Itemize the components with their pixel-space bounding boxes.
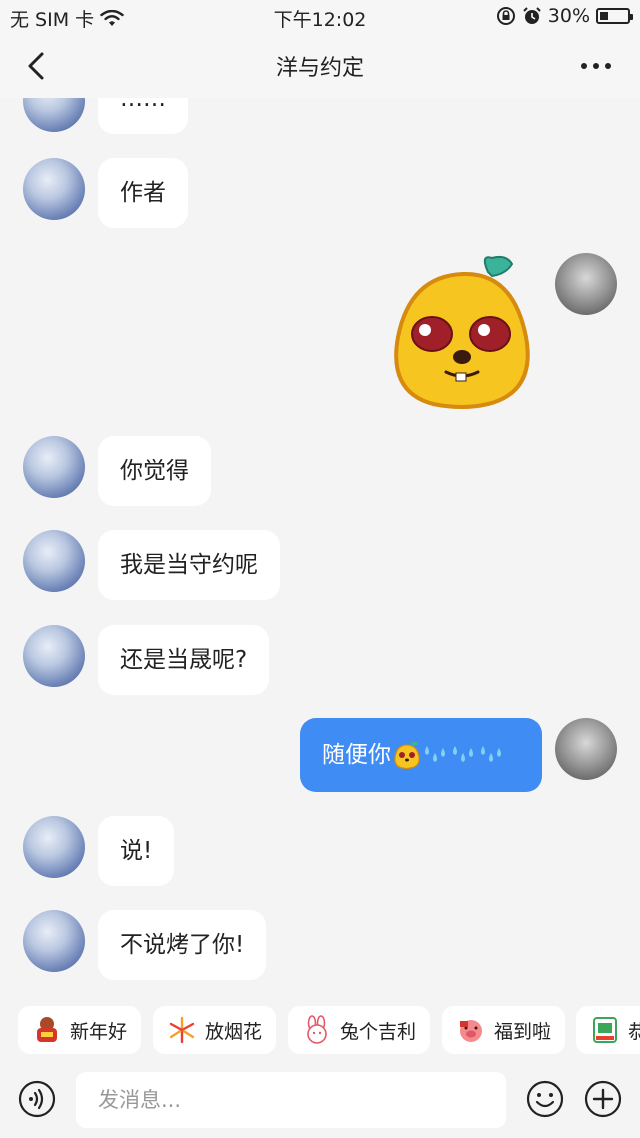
quick-reply-chip[interactable]: 恭 — [576, 1006, 640, 1054]
contact-avatar[interactable] — [23, 816, 85, 878]
contact-avatar[interactable] — [23, 910, 85, 972]
sweat-drops-emoji — [453, 746, 473, 762]
message-input[interactable] — [76, 1072, 506, 1128]
rabbit-icon — [307, 1015, 327, 1044]
alarm-icon — [523, 7, 541, 24]
pear-sticker[interactable] — [388, 252, 538, 412]
contact-avatar[interactable] — [23, 530, 85, 592]
quick-reply-label: 福到啦 — [494, 1020, 552, 1043]
battery-icon — [596, 8, 633, 24]
pear-emoji — [394, 741, 420, 769]
sweat-drops-emoji — [481, 746, 501, 762]
quick-reply-label: 新年好 — [70, 1020, 128, 1043]
quick-reply-label: 恭 — [628, 1020, 640, 1043]
quick-reply-chip[interactable]: 兔个吉利 — [288, 1006, 431, 1054]
contact-avatar[interactable] — [23, 98, 85, 132]
message-bubble[interactable]: 我是当守约呢 — [98, 530, 280, 600]
status-bar: 无 SIM 卡 下午12:02 30% — [0, 0, 640, 34]
message-bubble[interactable]: 还是当晟呢? — [98, 625, 270, 695]
message-bubble[interactable]: 说! — [98, 816, 175, 886]
quick-reply-label: 放烟花 — [205, 1020, 263, 1043]
message-bubble[interactable]: 作者 — [98, 158, 188, 228]
mahjong-icon — [593, 1017, 617, 1043]
quick-reply-bar: 新年好 放烟花 兔个吉利 福到啦 恭 — [0, 990, 640, 1070]
quick-reply-label: 兔个吉利 — [340, 1020, 417, 1043]
more-icon[interactable] — [576, 52, 616, 80]
self-avatar[interactable] — [555, 253, 617, 315]
message-bubble[interactable]: 不说烤了你! — [98, 910, 267, 980]
self-message-text: 随便你 — [322, 742, 391, 768]
orientation-lock-icon — [496, 7, 515, 25]
quick-reply-chip[interactable]: 放烟花 — [153, 1006, 277, 1054]
voice-icon[interactable] — [18, 1080, 56, 1118]
quick-reply-chip[interactable]: 新年好 — [18, 1006, 142, 1054]
message-bubble[interactable]: …… — [98, 98, 188, 134]
contact-avatar[interactable] — [23, 158, 85, 220]
chat-title: 洋与约定 — [275, 56, 364, 81]
contact-avatar[interactable] — [23, 436, 85, 498]
plus-icon[interactable] — [584, 1080, 622, 1118]
composer — [0, 1070, 640, 1138]
fireworks-icon — [169, 1016, 195, 1044]
lucky-bag-icon — [37, 1017, 57, 1042]
chevron-left-icon[interactable] — [20, 48, 56, 84]
sweat-drops-emoji — [425, 746, 445, 762]
nav-bar: 洋与约定 — [0, 34, 640, 98]
self-message-bubble[interactable]: 随便你 — [300, 718, 542, 792]
message-bubble[interactable]: 你觉得 — [98, 436, 211, 506]
quick-reply-chip[interactable]: 福到啦 — [442, 1006, 566, 1054]
contact-avatar[interactable] — [23, 625, 85, 687]
battery-percent: 30% — [547, 5, 590, 27]
chat-area[interactable]: …… 作者 你觉得 我是当守约呢 还是当晟呢? 随便你 说! 不说烤了你! — [0, 98, 640, 988]
emoji-icon[interactable] — [526, 1080, 564, 1118]
lucky-pig-icon — [460, 1020, 482, 1042]
self-avatar[interactable] — [555, 718, 617, 780]
